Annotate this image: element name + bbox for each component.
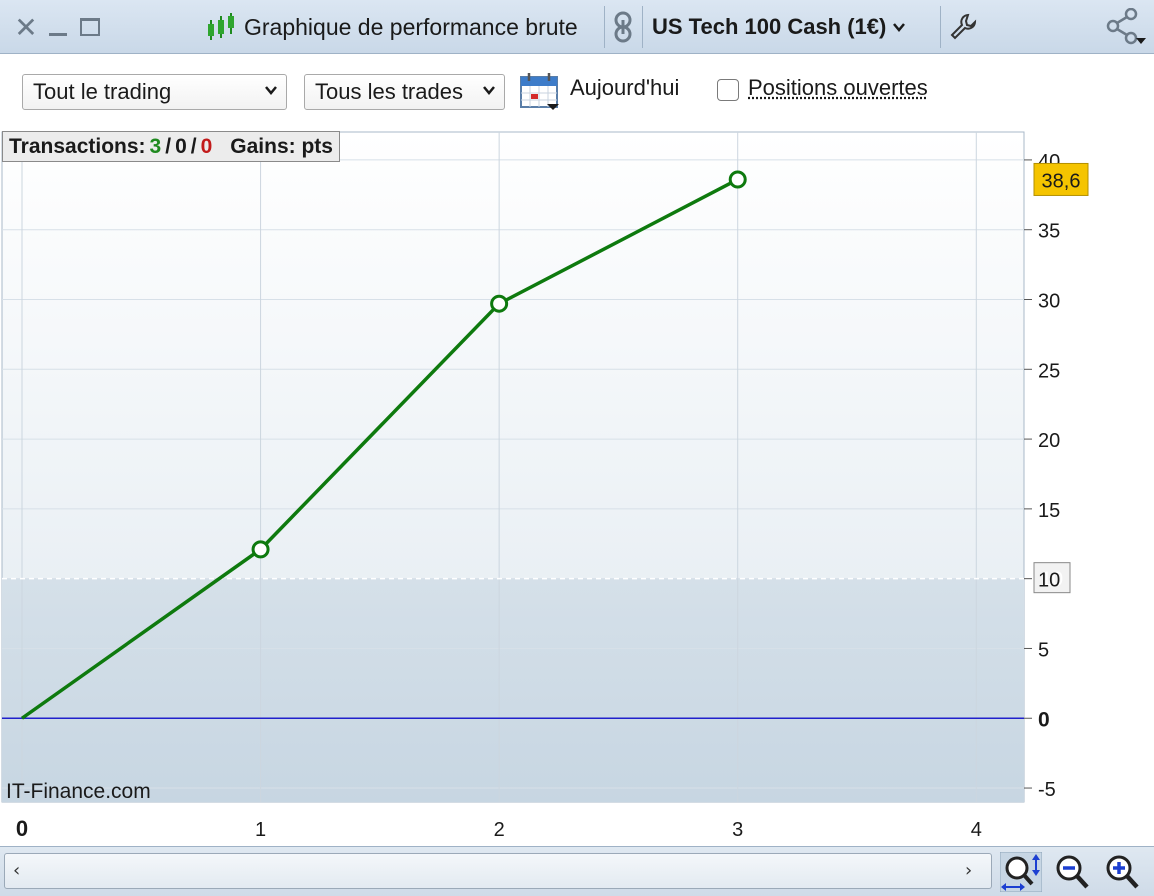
scroll-right-icon[interactable]: › bbox=[965, 862, 983, 880]
filter-toolbar: Tout le trading Tous les trades Aujourd'… bbox=[0, 55, 1154, 127]
zoom-fit-icon[interactable] bbox=[1000, 852, 1042, 892]
trades-select-value: Tous les trades bbox=[315, 79, 463, 104]
below-reference-zone bbox=[2, 578, 1024, 802]
y-tick-label: 0 bbox=[1038, 708, 1050, 731]
window-title-text: Graphique de performance brute bbox=[244, 13, 578, 40]
data-point-marker bbox=[728, 170, 747, 189]
open-positions-label[interactable]: Positions ouvertes bbox=[748, 75, 928, 101]
bottom-toolbar: ‹ › bbox=[0, 846, 1154, 896]
scroll-left-icon[interactable]: ‹ bbox=[13, 862, 31, 880]
zoom-in-icon[interactable] bbox=[1102, 852, 1144, 892]
open-positions-checkbox[interactable] bbox=[717, 79, 739, 101]
performance-chart: Transactions: 3 / 0 / 0 Gains: pts 10 -5… bbox=[0, 130, 1154, 845]
title-separator bbox=[940, 6, 941, 48]
maximize-icon[interactable] bbox=[78, 10, 102, 44]
chart-canvas[interactable]: 10 -505101520253035400 1 2 3 438,6 bbox=[0, 130, 1154, 845]
x-tick-label: 3 bbox=[732, 819, 743, 841]
minimize-icon[interactable] bbox=[46, 10, 70, 44]
wrench-icon[interactable] bbox=[948, 12, 978, 42]
y-tick-label: 25 bbox=[1038, 360, 1060, 382]
trades-select[interactable]: Tous les trades bbox=[304, 74, 505, 110]
gains-label: Gains: pts bbox=[230, 134, 333, 158]
x-tick-label: 2 bbox=[494, 819, 505, 841]
y-tick-label: 20 bbox=[1038, 430, 1060, 452]
chevron-down-icon bbox=[483, 86, 495, 95]
y-tick-label: 5 bbox=[1038, 639, 1049, 661]
y-tick-label: 15 bbox=[1038, 500, 1060, 522]
losing-count: 0 bbox=[200, 134, 213, 158]
horizontal-scrollbar[interactable]: ‹ › bbox=[4, 853, 992, 889]
share-icon[interactable] bbox=[1104, 8, 1150, 46]
instrument-name: US Tech 100 Cash (1€) bbox=[652, 14, 887, 39]
window-title: Graphique de performance brute bbox=[206, 10, 578, 44]
title-separator bbox=[604, 6, 605, 48]
chevron-down-icon bbox=[265, 86, 277, 95]
instrument-selector[interactable]: US Tech 100 Cash (1€) bbox=[652, 10, 906, 44]
window-titlebar: ✕ Graphique de performance brute US Tech… bbox=[0, 0, 1154, 54]
y-tick-label: 30 bbox=[1038, 291, 1060, 313]
title-separator bbox=[642, 6, 643, 48]
x-tick-label: 0 bbox=[16, 816, 28, 841]
period-select-value: Tout le trading bbox=[33, 79, 172, 104]
chevron-down-icon bbox=[893, 23, 906, 32]
winning-count: 3 bbox=[149, 134, 162, 158]
stats-separator: / bbox=[165, 134, 172, 158]
last-value-label: 38,6 bbox=[1042, 170, 1081, 192]
zoom-out-icon[interactable] bbox=[1052, 852, 1094, 892]
today-button[interactable]: Aujourd'hui bbox=[570, 75, 679, 101]
candlestick-icon bbox=[208, 13, 234, 40]
stats-separator: / bbox=[190, 134, 197, 158]
transactions-label: Transactions: bbox=[9, 134, 146, 158]
y-tick-label: 10 bbox=[1038, 570, 1060, 592]
calendar-icon[interactable] bbox=[519, 71, 561, 111]
x-tick-label: 1 bbox=[255, 819, 266, 841]
y-tick-label: 35 bbox=[1038, 221, 1060, 243]
period-select[interactable]: Tout le trading bbox=[22, 74, 287, 110]
watermark-text: IT-Finance.com bbox=[6, 780, 151, 803]
data-point-marker bbox=[490, 294, 509, 313]
y-tick-label: -5 bbox=[1038, 779, 1056, 801]
link-icon[interactable] bbox=[610, 10, 636, 44]
stats-bar: Transactions: 3 / 0 / 0 Gains: pts bbox=[2, 131, 340, 162]
neutral-count: 0 bbox=[175, 134, 187, 158]
data-point-marker bbox=[251, 540, 270, 559]
x-tick-label: 4 bbox=[971, 819, 982, 841]
close-icon[interactable]: ✕ bbox=[10, 10, 42, 44]
